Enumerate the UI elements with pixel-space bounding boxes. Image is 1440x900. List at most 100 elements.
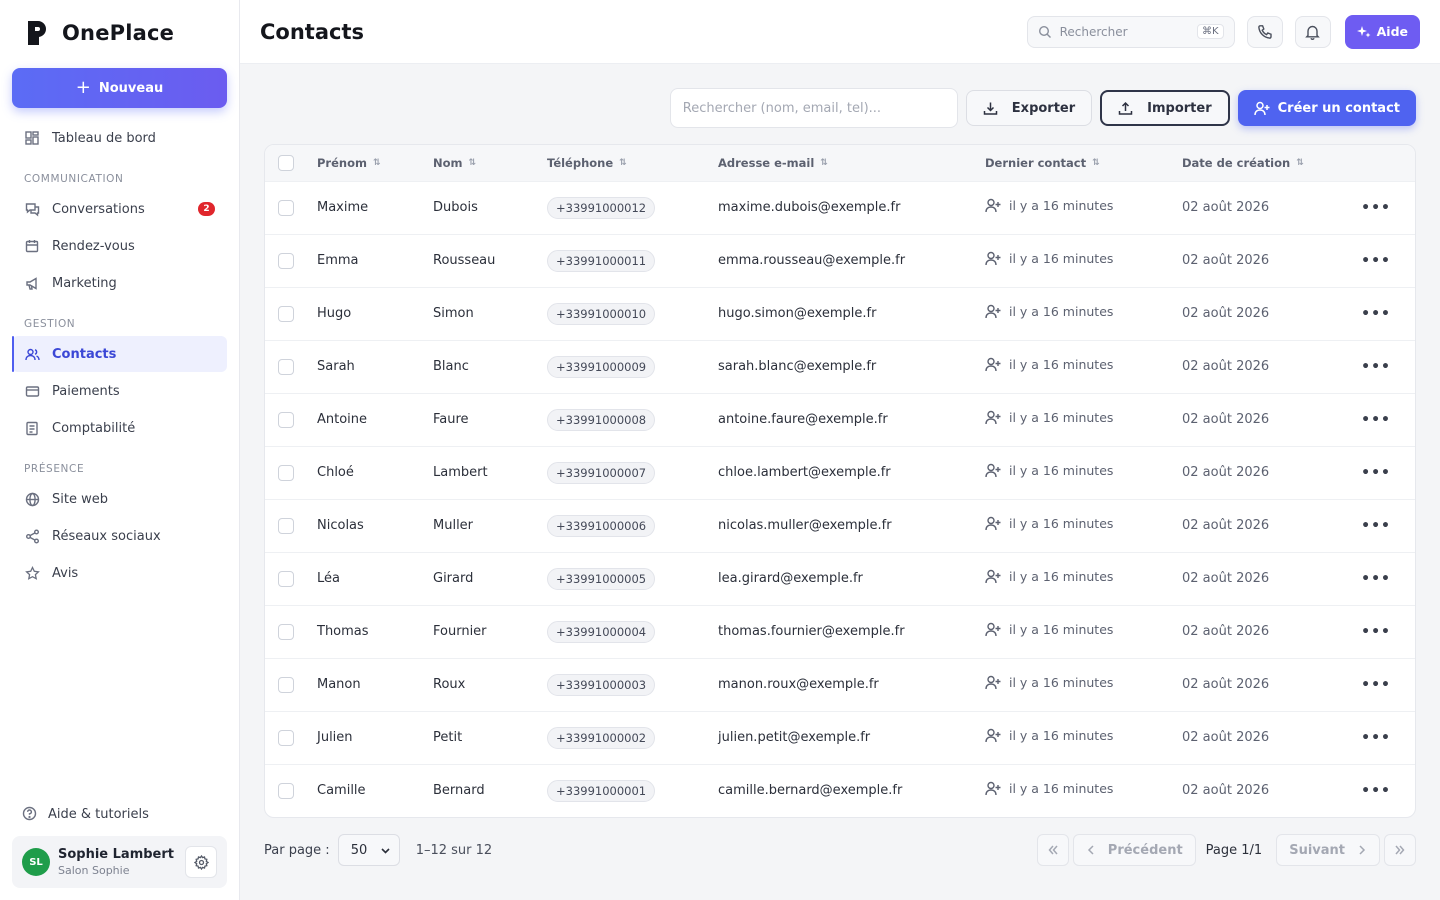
table-row[interactable]: Camille Bernard +33991000001 camille.bernar… [265,764,1415,817]
table-row[interactable]: Chloé Lambert +33991000007 chloe.lambert@ex… [265,446,1415,499]
megaphone-icon [24,275,40,291]
global-search[interactable]: Rechercher ⌘K [1026,15,1235,48]
help-tutorials-link[interactable]: Aide & tutoriels [12,796,227,832]
phone-button[interactable] [1246,15,1283,48]
table-row[interactable]: Sarah Blanc +33991000009 sarah.blanc@exempl… [265,340,1415,393]
select-all-checkbox[interactable] [278,154,294,171]
row-checkbox[interactable] [278,252,294,269]
cell-phone: +33991000007 [547,461,656,484]
user-card[interactable]: SL Sophie Lambert Salon Sophie [12,836,227,888]
first-page-button[interactable] [1036,834,1069,866]
sidebar-item-dashboard[interactable]: Tableau de bord [12,120,227,156]
dashboard-icon [24,130,40,146]
row-checkbox[interactable] [278,411,294,428]
row-checkbox[interactable] [278,676,294,693]
row-checkbox[interactable] [278,199,294,216]
next-page-button[interactable]: Suivant [1276,834,1380,866]
new-button[interactable]: + Nouveau [12,68,227,108]
table-row[interactable]: Maxime Dubois +33991000012 maxime.dubois@ex… [265,181,1415,234]
cell-created: 02 août 2026 [1182,730,1270,745]
table-row[interactable]: Thomas Fournier +33991000004 thomas.fournie… [265,605,1415,658]
row-checkbox[interactable] [278,570,294,587]
row-actions-button[interactable]: ••• [1361,677,1391,693]
per-page-select[interactable]: 50 [337,834,400,866]
sidebar-item-conversations[interactable]: Conversations 2 [12,191,227,227]
sidebar-item-reseaux[interactable]: Réseaux sociaux [12,518,227,554]
sidebar-item-comptabilite[interactable]: Comptabilité [12,410,227,446]
sidebar-item-siteweb[interactable]: Site web [12,481,227,517]
brand[interactable]: OnePlace [12,0,227,66]
cell-created: 02 août 2026 [1182,200,1270,215]
last-contact-text: il y a 16 minutes [1009,516,1114,531]
export-button[interactable]: Exporter [965,90,1093,126]
column-header-dernier-contact[interactable]: Dernier contact ⇅ [985,145,1182,181]
row-actions-button[interactable]: ••• [1361,306,1391,322]
last-contact-text: il y a 16 minutes [1009,622,1114,637]
row-checkbox[interactable] [278,782,294,799]
per-page-label: Par page : [264,842,330,858]
row-actions-button[interactable]: ••• [1361,624,1391,640]
sidebar-item-rendezvous[interactable]: Rendez-vous [12,228,227,264]
row-actions-button[interactable]: ••• [1361,730,1391,746]
column-header-nom[interactable]: Nom ⇅ [433,145,547,181]
previous-page-button[interactable]: Précédent [1072,834,1196,866]
table-row[interactable]: Nicolas Muller +33991000006 nicolas.muller@… [265,499,1415,552]
row-checkbox[interactable] [278,358,294,375]
sort-icon: ⇅ [1296,158,1304,169]
row-actions-button[interactable]: ••• [1361,518,1391,534]
row-checkbox[interactable] [278,729,294,746]
table-row[interactable]: Léa Girard +33991000005 lea.girard@exemple.… [265,552,1415,605]
create-contact-button[interactable]: Créer un contact [1237,90,1416,126]
sidebar-item-paiements[interactable]: Paiements [12,373,227,409]
last-contact-text: il y a 16 minutes [1009,357,1114,372]
table-row[interactable]: Manon Roux +33991000003 manon.roux@exemple.… [265,658,1415,711]
cell-last-name: Lambert [433,465,488,480]
sidebar-item-label: Réseaux sociaux [52,528,161,544]
row-actions-button[interactable]: ••• [1361,200,1391,216]
cell-first-name: Nicolas [317,518,364,533]
row-actions-button[interactable]: ••• [1361,253,1391,269]
cell-created: 02 août 2026 [1182,465,1270,480]
cell-email: nicolas.muller@exemple.fr [718,518,892,533]
sidebar-item-avis[interactable]: Avis [12,555,227,591]
table-row[interactable]: Emma Rousseau +33991000011 emma.rousseau@ex… [265,234,1415,287]
cell-last-contact: il y a 16 minutes [985,516,1113,531]
import-button[interactable]: Importer [1100,90,1230,126]
column-header-email[interactable]: Adresse e-mail ⇅ [718,145,985,181]
cell-last-contact: il y a 16 minutes [985,304,1113,319]
column-header-date-creation[interactable]: Date de création ⇅ [1182,145,1342,181]
settings-button[interactable] [185,846,217,878]
sidebar-item-contacts[interactable]: Contacts [12,336,227,372]
column-header-telephone[interactable]: Téléphone ⇅ [547,145,718,181]
row-actions-button[interactable]: ••• [1361,783,1391,799]
column-header-prenom[interactable]: Prénom ⇅ [317,145,433,181]
row-actions-button[interactable]: ••• [1361,412,1391,428]
help-button[interactable]: Aide [1344,14,1420,49]
last-contact-text: il y a 16 minutes [1009,781,1114,797]
row-checkbox[interactable] [278,517,294,534]
last-contact-text: il y a 16 minutes [1009,569,1114,584]
cell-phone: +33991000005 [547,567,656,590]
sidebar-item-label: Tableau de bord [52,130,156,146]
table-row[interactable]: Antoine Faure +33991000008 antoine.faure@ex… [265,393,1415,446]
create-contact-label: Créer un contact [1277,100,1400,116]
contact-search-input[interactable] [669,88,958,128]
chevrons-left-icon [1048,845,1058,855]
row-checkbox[interactable] [278,464,294,481]
last-contact-text: il y a 16 minutes [1009,251,1114,266]
row-actions-button[interactable]: ••• [1361,465,1391,481]
row-actions-button[interactable]: ••• [1361,571,1391,587]
cell-email: emma.rousseau@exemple.fr [718,253,906,268]
row-checkbox[interactable] [278,623,294,640]
row-checkbox[interactable] [278,305,294,322]
notifications-button[interactable] [1294,15,1331,48]
table-row[interactable]: Julien Petit +33991000002 julien.petit@exem… [265,711,1415,764]
chevrons-right-icon [1395,845,1405,855]
table-row[interactable]: Hugo Simon +33991000010 hugo.simon@exemple.… [265,287,1415,340]
user-plus-icon [985,781,1001,796]
row-actions-button[interactable]: ••• [1361,359,1391,375]
cell-last-name: Girard [433,571,474,586]
sidebar-item-marketing[interactable]: Marketing [12,265,227,301]
last-page-button[interactable] [1384,834,1416,866]
cell-first-name: Maxime [317,200,369,215]
